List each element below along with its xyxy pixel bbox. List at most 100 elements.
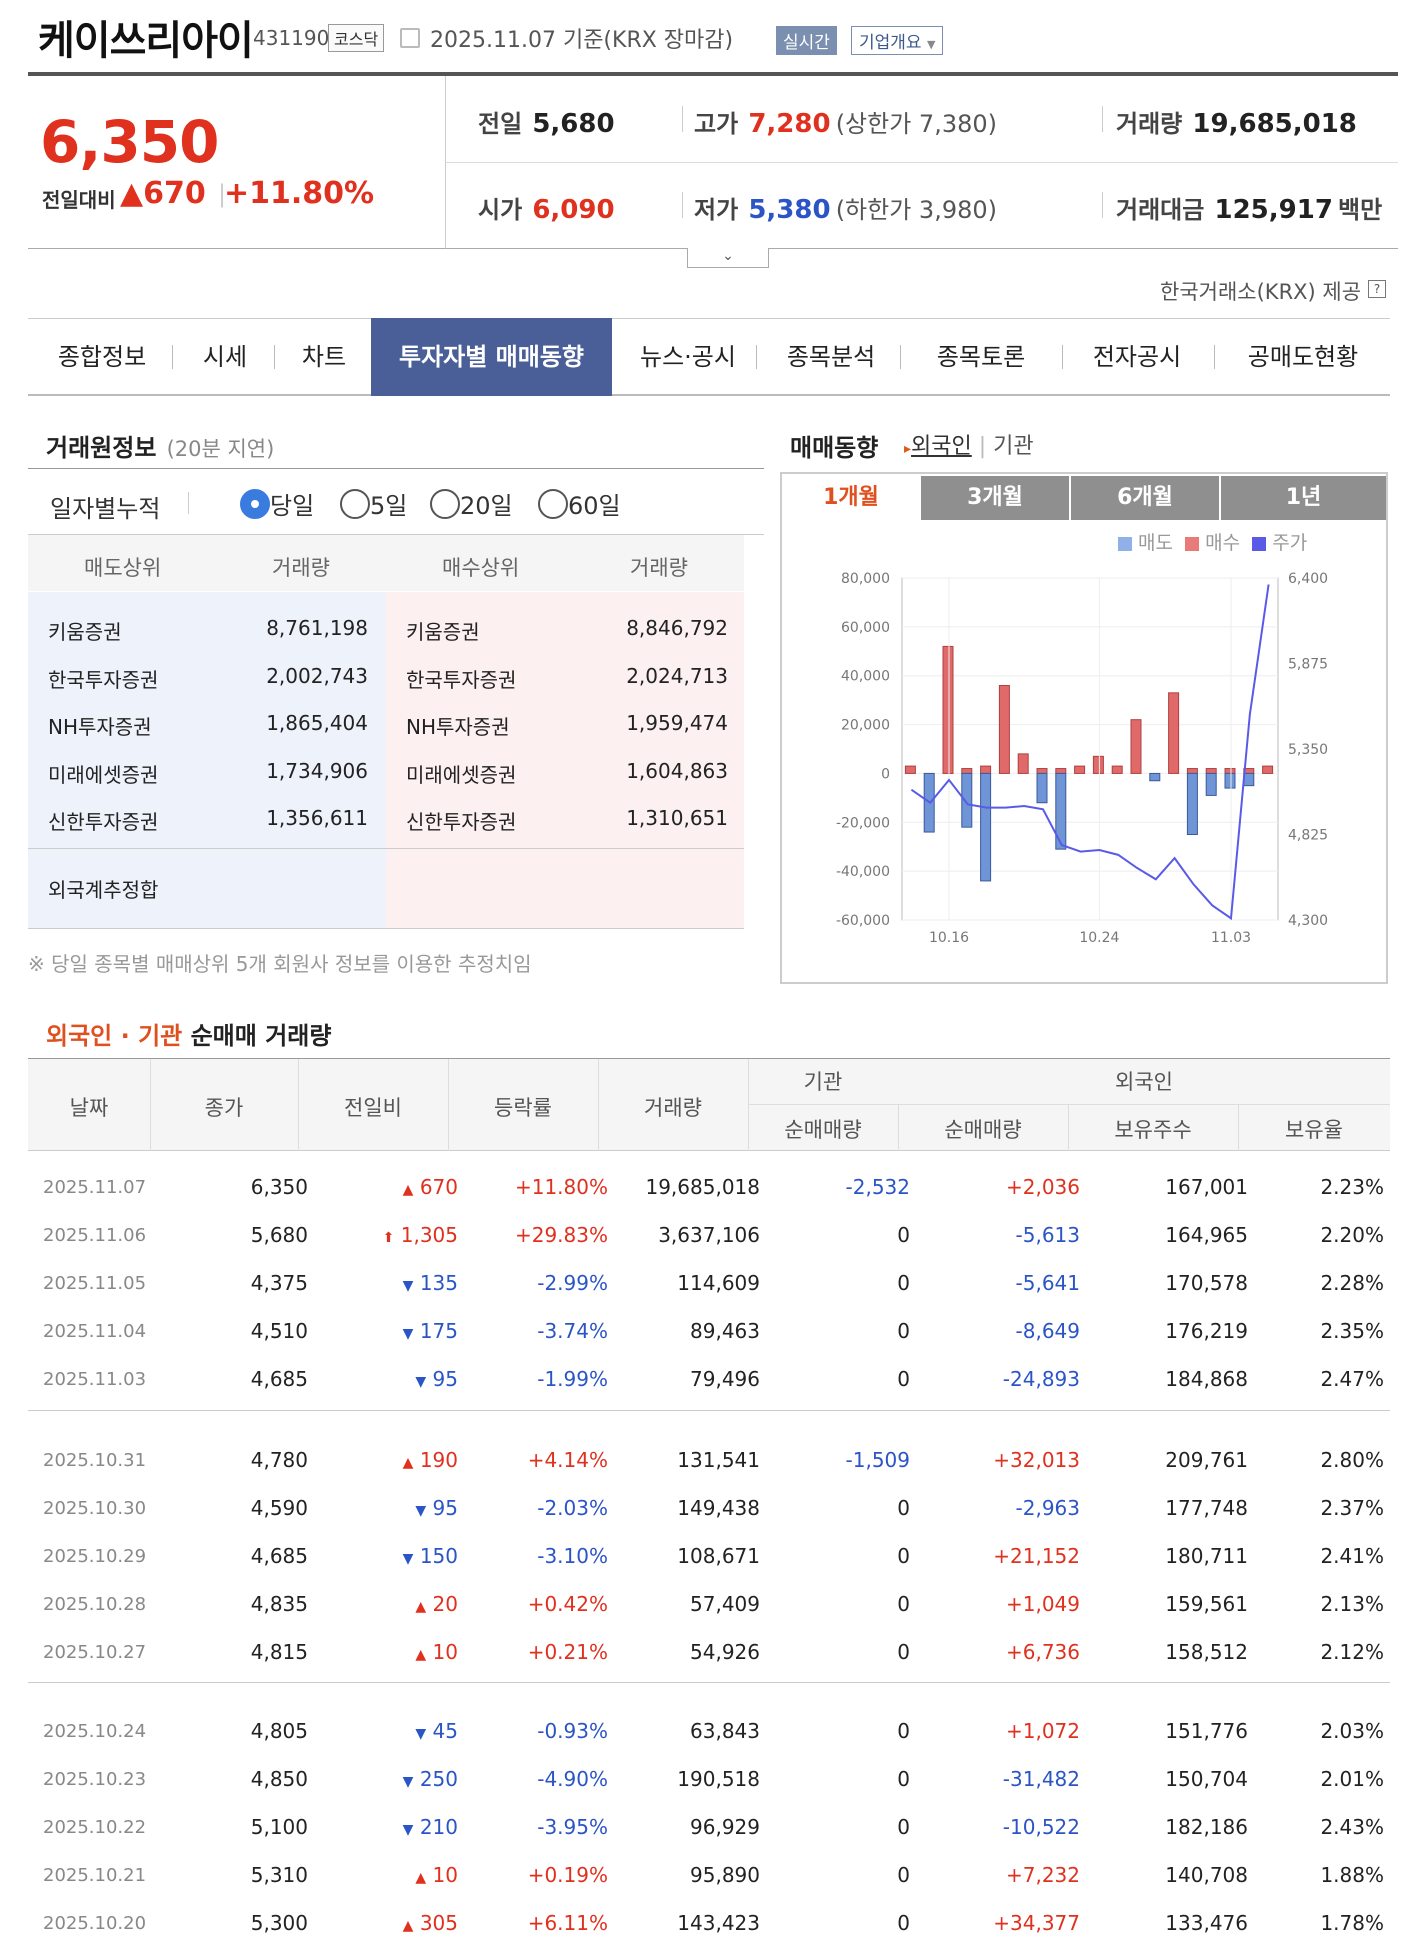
legend-price: 주가 — [1272, 532, 1308, 554]
row-rate: -3.10% — [537, 1544, 608, 1568]
buy-bar — [1224, 768, 1236, 774]
down-triangle-icon: ▼ — [402, 1774, 414, 1790]
table-row: 2025.11.04 4,510 ▼ 175 -3.74% 89,463 0 -… — [28, 1307, 1390, 1355]
col-foreign-ratio: 보유율 — [1285, 1118, 1343, 1142]
legend-buy: 매수 — [1205, 532, 1241, 554]
row-inst-net: 0 — [897, 1271, 910, 1295]
row-date: 2025.10.23 — [43, 1769, 147, 1790]
chart-tab-1m[interactable]: 1개월 — [782, 476, 920, 520]
period-label: 일자별누적 — [50, 495, 161, 523]
down-triangle-icon: ▼ — [402, 1326, 414, 1342]
radio-60d[interactable]: 60일 — [538, 486, 621, 521]
row-foreign-ratio: 2.43% — [1320, 1815, 1384, 1839]
date-basis: 2025.11.07 기준(KRX 장마감) — [430, 28, 734, 53]
y-tick-label: 20,000 — [841, 718, 890, 734]
radio-20d[interactable]: 20일 — [430, 486, 513, 521]
y-tick-label: -60,000 — [836, 913, 890, 929]
y-tick-label: -20,000 — [836, 815, 890, 831]
row-diff: ▲ 10 — [298, 1863, 458, 1887]
row-foreign-net: -10,522 — [1002, 1815, 1080, 1839]
buy-bar — [1036, 768, 1048, 774]
quote-sep — [682, 106, 683, 132]
row-date: 2025.11.06 — [43, 1225, 147, 1246]
sell-broker-name: 한국투자증권 — [48, 668, 159, 692]
chart-tab-1y[interactable]: 1년 — [1221, 476, 1386, 520]
sell-bar — [961, 772, 973, 828]
row-close: 6,350 — [250, 1175, 308, 1199]
row-foreign-net: -24,893 — [1002, 1367, 1080, 1391]
buy-broker-name: NH투자증권 — [406, 715, 510, 739]
company-overview-button[interactable]: 기업개요 ▼ — [851, 26, 944, 55]
tab-analysis[interactable]: 종목분석 — [766, 318, 896, 396]
row-diff: ▼ 150 — [298, 1544, 458, 1568]
row-volume: 3,637,106 — [658, 1223, 760, 1247]
row-volume: 114,609 — [677, 1271, 760, 1295]
tab-news[interactable]: 뉴스·공시 — [626, 318, 750, 396]
link-institution[interactable]: 기관 — [993, 434, 1033, 459]
tab-discussion[interactable]: 종목토론 — [916, 318, 1046, 396]
period-sep — [188, 492, 189, 514]
buy-bar — [904, 765, 916, 774]
row-foreign-ratio: 2.41% — [1320, 1544, 1384, 1568]
tab-separator — [172, 345, 173, 369]
legend-sell-swatch — [1118, 536, 1132, 551]
tab-summary[interactable]: 종합정보 — [38, 318, 166, 396]
row-foreign-net: -5,641 — [1015, 1271, 1080, 1295]
up-triangle-icon: ▲ — [120, 176, 144, 211]
chart-tab-3m[interactable]: 3개월 — [921, 476, 1069, 520]
tab-short-selling[interactable]: 공매도현황 — [1228, 318, 1378, 396]
broker-divider — [28, 848, 744, 849]
change-value: ▲670 — [120, 176, 206, 211]
buy-bar — [1017, 753, 1029, 774]
company-overview-label: 기업개요 — [859, 33, 922, 53]
row-foreign-hold: 184,868 — [1165, 1367, 1248, 1391]
row-volume: 79,496 — [690, 1367, 760, 1391]
open-value: 6,090 — [532, 195, 615, 225]
sell-broker-name: 미래에셋증권 — [48, 763, 159, 787]
up-triangle-icon: ▲ — [402, 1182, 414, 1198]
row-diff: ▼ 45 — [298, 1719, 458, 1743]
row-date: 2025.10.30 — [43, 1498, 147, 1519]
row-inst-net: 0 — [897, 1767, 910, 1791]
foreign-total-label: 외국계추정합 — [48, 878, 159, 902]
realtime-button[interactable]: 실시간 — [776, 26, 837, 55]
up-triangle-icon: ▲ — [415, 1870, 427, 1886]
buy-broker-volume: 1,310,651 — [626, 806, 728, 830]
low-price: 저가 5,380 (하한가 3,980) — [694, 190, 997, 225]
expand-quote-button[interactable]: ⌄ — [687, 248, 769, 268]
x-tick-label: 10.24 — [1079, 930, 1119, 946]
net-title: 외국인 · 기관 순매매 거래량 — [46, 1016, 331, 1051]
buy-bar — [1262, 765, 1274, 774]
row-foreign-net: +2,036 — [1005, 1175, 1080, 1199]
chevron-down-icon: ⌄ — [722, 248, 734, 264]
tab-separator — [900, 345, 901, 369]
row-foreign-ratio: 1.78% — [1320, 1911, 1384, 1935]
link-foreign[interactable]: 외국인 — [911, 434, 972, 459]
radio-5d[interactable]: 5일 — [340, 486, 407, 521]
tab-chart[interactable]: 차트 — [280, 318, 368, 396]
radio-circle-icon — [430, 488, 460, 519]
buy-broker-volume: 2,024,713 — [626, 664, 728, 688]
row-foreign-net: -8,649 — [1015, 1319, 1080, 1343]
row-volume: 143,423 — [677, 1911, 760, 1935]
tab-investor-trend[interactable]: 투자자별 매매동향 — [371, 318, 612, 396]
quote-divider — [446, 162, 1398, 163]
chart-tab-6m[interactable]: 6개월 — [1071, 476, 1219, 520]
tab-quote[interactable]: 시세 — [180, 318, 270, 396]
table-row: 2025.11.07 6,350 ▲ 670 +11.80% 19,685,01… — [28, 1163, 1390, 1211]
radio-today[interactable]: 당일 — [240, 486, 314, 521]
row-rate: -1.99% — [537, 1367, 608, 1391]
up-triangle-icon: ▲ — [402, 1455, 414, 1471]
info-icon[interactable]: ? — [1368, 280, 1386, 298]
row-foreign-net: +1,072 — [1005, 1719, 1080, 1743]
buy-broker-name: 키움증권 — [406, 620, 480, 644]
tab-separator — [1062, 345, 1063, 369]
row-diff: ▼ 210 — [298, 1815, 458, 1839]
tab-disclosure[interactable]: 전자공시 — [1072, 318, 1202, 396]
row-foreign-ratio: 2.13% — [1320, 1592, 1384, 1616]
row-diff: ▲ 670 — [298, 1175, 458, 1199]
row-volume: 63,843 — [690, 1719, 760, 1743]
row-date: 2025.10.28 — [43, 1594, 147, 1615]
quote-bottom-border — [446, 248, 1398, 249]
buy-bar — [1168, 692, 1180, 774]
